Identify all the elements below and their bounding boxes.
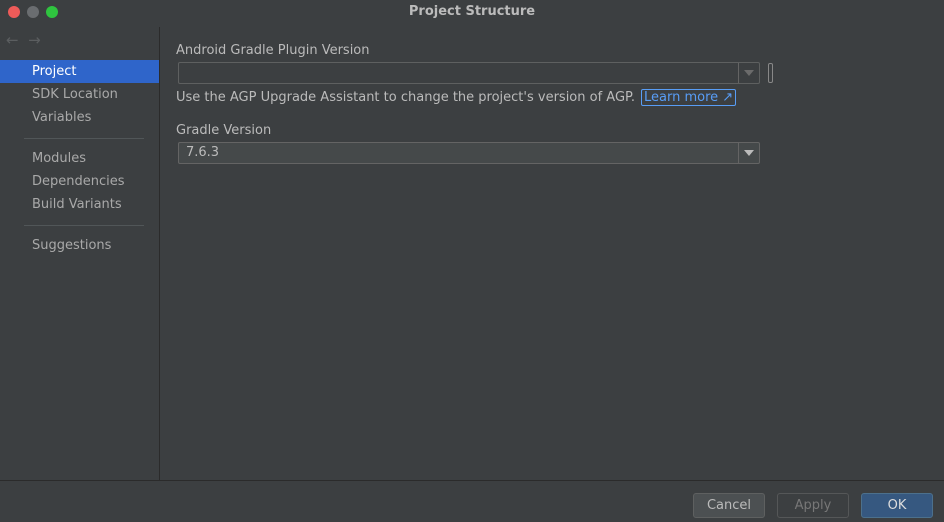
- main-panel: Android Gradle Plugin Version Use the AG…: [160, 27, 944, 480]
- gradle-version-value: 7.6.3: [186, 145, 220, 160]
- sidebar-item-sdk-location[interactable]: SDK Location: [0, 83, 159, 106]
- apply-button[interactable]: Apply: [777, 493, 849, 518]
- sidebar: ← → Project SDK Location Variables Modul…: [0, 27, 160, 480]
- ok-button[interactable]: OK: [861, 493, 933, 518]
- chevron-down-icon[interactable]: [738, 63, 759, 83]
- sidebar-item-modules[interactable]: Modules: [0, 147, 159, 170]
- title-bar: Project Structure: [0, 0, 944, 24]
- agp-hint-text: Use the AGP Upgrade Assistant to change …: [176, 89, 737, 106]
- project-structure-window: Project Structure ← → Project SDK Locati…: [0, 0, 944, 522]
- window-title: Project Structure: [408, 4, 536, 19]
- learn-more-link[interactable]: Learn more ↗: [640, 89, 737, 106]
- agp-version-label: Android Gradle Plugin Version: [176, 43, 370, 58]
- nav-arrows: ← →: [6, 31, 46, 49]
- gradle-version-combo[interactable]: 7.6.3: [178, 142, 760, 164]
- agp-side-handle[interactable]: [768, 63, 773, 83]
- sidebar-item-build-variants[interactable]: Build Variants: [0, 193, 159, 216]
- sidebar-item-suggestions[interactable]: Suggestions: [0, 234, 159, 257]
- agp-hint-message: Use the AGP Upgrade Assistant to change …: [176, 90, 635, 105]
- sidebar-divider: [24, 225, 144, 226]
- sidebar-item-project[interactable]: Project: [0, 60, 159, 83]
- agp-version-combo[interactable]: [178, 62, 760, 84]
- sidebar-item-variables[interactable]: Variables: [0, 106, 159, 129]
- back-arrow-icon[interactable]: ←: [6, 31, 24, 49]
- gradle-version-label: Gradle Version: [176, 123, 272, 138]
- chevron-down-icon[interactable]: [738, 143, 759, 163]
- sidebar-divider: [24, 138, 144, 139]
- cancel-button[interactable]: Cancel: [693, 493, 765, 518]
- sidebar-item-dependencies[interactable]: Dependencies: [0, 170, 159, 193]
- dialog-footer: Cancel Apply OK: [0, 480, 944, 522]
- forward-arrow-icon[interactable]: →: [28, 31, 46, 49]
